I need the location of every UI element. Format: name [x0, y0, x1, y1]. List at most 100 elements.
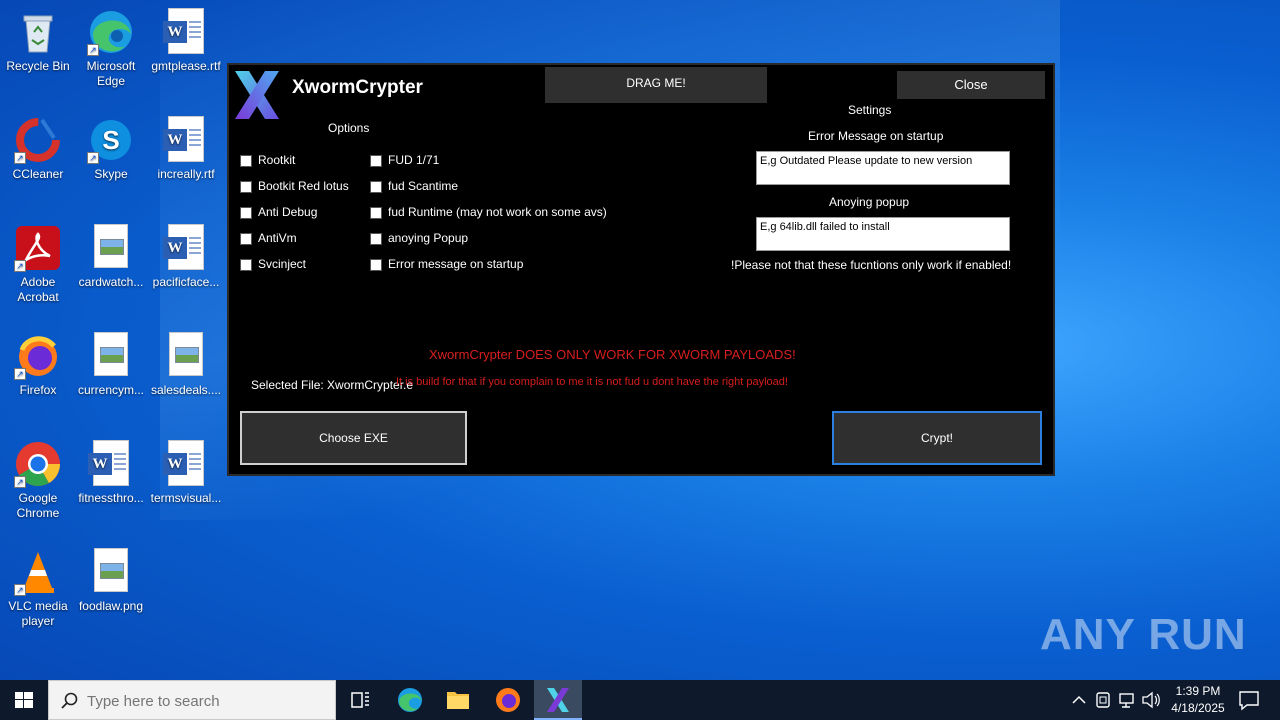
shortcut-arrow-icon: ↗: [14, 260, 26, 272]
volume-icon: [1142, 691, 1160, 709]
clock-date: 4/18/2025: [1171, 701, 1225, 715]
taskbar-edge[interactable]: [386, 680, 434, 720]
edge-icon: ↗: [87, 8, 135, 56]
checkbox-label: FUD 1/71: [388, 153, 440, 167]
checkbox-rootkit[interactable]: [240, 155, 252, 167]
settings-note: !Please not that these fucntions only wo…: [731, 258, 1012, 272]
taskbar-search[interactable]: [48, 680, 336, 720]
desktop-icon-skype[interactable]: S ↗ Skype: [73, 116, 149, 182]
tray-network-button[interactable]: [1116, 680, 1138, 720]
desktop-icon-ccleaner[interactable]: ↗ CCleaner: [0, 116, 76, 182]
desktop-icon-recycle-bin[interactable]: Recycle Bin: [0, 8, 76, 74]
skype-icon: S ↗: [87, 116, 135, 164]
tray-volume-button[interactable]: [1140, 680, 1162, 720]
popup-label: Anoying popup: [829, 195, 910, 209]
checkbox-antivm[interactable]: [240, 233, 252, 245]
desktop-icon-currencym[interactable]: currencym...: [73, 332, 149, 398]
windows-logo-icon: [15, 692, 33, 708]
checkbox-label: anoying Popup: [388, 231, 469, 245]
task-view-icon: [351, 692, 369, 708]
desktop-icon-label: pacificface...: [152, 275, 220, 289]
desktop-icon-foodlaw[interactable]: foodlaw.png: [73, 548, 149, 614]
close-button[interactable]: Close: [897, 71, 1045, 99]
checkbox-error-message[interactable]: [370, 259, 382, 271]
desktop-icon-fitnessthro[interactable]: W fitnessthro...: [73, 440, 149, 506]
chevron-up-icon: [1072, 695, 1086, 704]
desktop-icon-label: fitnessthro...: [78, 491, 144, 505]
image-file-icon: [94, 332, 128, 376]
drag-handle[interactable]: DRAG ME!: [545, 67, 767, 103]
tray-device-icon-button[interactable]: [1092, 680, 1114, 720]
options-heading: Options: [328, 121, 370, 135]
checkbox-fud-171[interactable]: [370, 155, 382, 167]
desktop-icon-gmtplease[interactable]: W gmtplease.rtf: [148, 8, 224, 74]
show-hidden-icons-button[interactable]: [1068, 680, 1090, 720]
vlc-icon: ↗: [14, 548, 62, 596]
error-message-field[interactable]: E,g Outdated Please update to new versio…: [756, 151, 1010, 185]
search-icon: [61, 692, 78, 709]
checkbox-bootkit[interactable]: [240, 181, 252, 193]
shortcut-arrow-icon: ↗: [14, 368, 26, 380]
shortcut-arrow-icon: ↗: [87, 152, 99, 164]
desktop-icon-label: CCleaner: [12, 167, 64, 181]
warning-fud-text: It is build for that if you complain to …: [396, 376, 788, 388]
desktop-icon-label: foodlaw.png: [78, 599, 144, 613]
app-title: XwormCrypter: [292, 77, 423, 98]
checkbox-svcinject[interactable]: [240, 259, 252, 271]
search-input[interactable]: [87, 691, 327, 711]
xworm-logo-icon: [547, 688, 569, 712]
edge-icon: [398, 688, 422, 712]
shortcut-arrow-icon: ↗: [87, 44, 99, 56]
desktop-icon-vlc[interactable]: ↗ VLC media player: [0, 548, 76, 629]
word-doc-icon: W: [88, 440, 129, 486]
checkbox-fud-runtime[interactable]: [370, 207, 382, 219]
checkbox-label: Rootkit: [258, 153, 296, 167]
checkbox-label: fud Runtime (may not work on some avs): [388, 205, 607, 219]
anyrun-watermark: ANY RUN: [1040, 610, 1247, 659]
desktop-icon-adobe-acrobat[interactable]: ↗ Adobe Acrobat: [0, 224, 76, 305]
chrome-icon: ↗: [14, 440, 62, 488]
checkbox-label: Svcinject: [258, 257, 307, 271]
desktop-icon-increally[interactable]: W increally.rtf: [148, 116, 224, 182]
taskbar-clock[interactable]: 1:39 PM 4/18/2025: [1160, 683, 1236, 717]
image-file-icon: [169, 332, 203, 376]
choose-exe-button[interactable]: Choose EXE: [240, 411, 467, 465]
desktop-icon-label: cardwatch...: [78, 275, 144, 289]
taskbar-file-explorer[interactable]: [434, 680, 482, 720]
taskbar-xworm-crypter[interactable]: [534, 680, 582, 720]
acrobat-icon: ↗: [14, 224, 62, 272]
taskbar-firefox[interactable]: [484, 680, 532, 720]
desktop-icon-google-chrome[interactable]: ↗ Google Chrome: [0, 440, 76, 521]
popup-message-field[interactable]: E,g 64lib.dll failed to install: [756, 217, 1010, 251]
word-doc-icon: W: [163, 8, 204, 54]
desktop-icon-label: Adobe Acrobat: [17, 275, 59, 304]
checkbox-fud-scantime[interactable]: [370, 181, 382, 193]
checkbox-anti-debug[interactable]: [240, 207, 252, 219]
ccleaner-icon: ↗: [14, 116, 62, 164]
checkbox-label: Bootkit Red lotus: [258, 179, 349, 193]
desktop-icon-label: Google Chrome: [16, 491, 60, 520]
desktop-icon-termsvisual[interactable]: W termsvisual...: [148, 440, 224, 506]
desktop-icon-pacificface[interactable]: W pacificface...: [148, 224, 224, 290]
desktop-icon-firefox[interactable]: ↗ Firefox: [0, 332, 76, 398]
crypt-button[interactable]: Crypt!: [832, 411, 1042, 465]
firefox-icon: ↗: [14, 332, 62, 380]
checkbox-label: fud Scantime: [388, 179, 459, 193]
image-file-icon: [94, 548, 128, 592]
desktop-icon-cardwatch[interactable]: cardwatch...: [73, 224, 149, 290]
device-icon: [1096, 692, 1110, 708]
notification-center-button[interactable]: [1232, 680, 1266, 720]
taskbar: 1:39 PM 4/18/2025: [0, 680, 1280, 720]
desktop-icon-label: currencym...: [77, 383, 144, 397]
word-doc-icon: W: [163, 116, 204, 162]
checkbox-anoying-popup[interactable]: [370, 233, 382, 245]
desktop-icon-microsoft-edge[interactable]: ↗ Microsoft Edge: [73, 8, 149, 89]
desktop-icon-salesdeals[interactable]: salesdeals....: [148, 332, 224, 398]
selected-file-label: Selected File: XwormCrypter.e: [251, 378, 414, 392]
checkbox-label: AntiVm: [258, 231, 297, 245]
folder-icon: [447, 692, 469, 709]
task-view-button[interactable]: [336, 680, 384, 720]
start-button[interactable]: [0, 680, 48, 720]
xworm-logo-icon: [231, 69, 283, 121]
desktop-icon-label: Microsoft Edge: [86, 59, 136, 88]
